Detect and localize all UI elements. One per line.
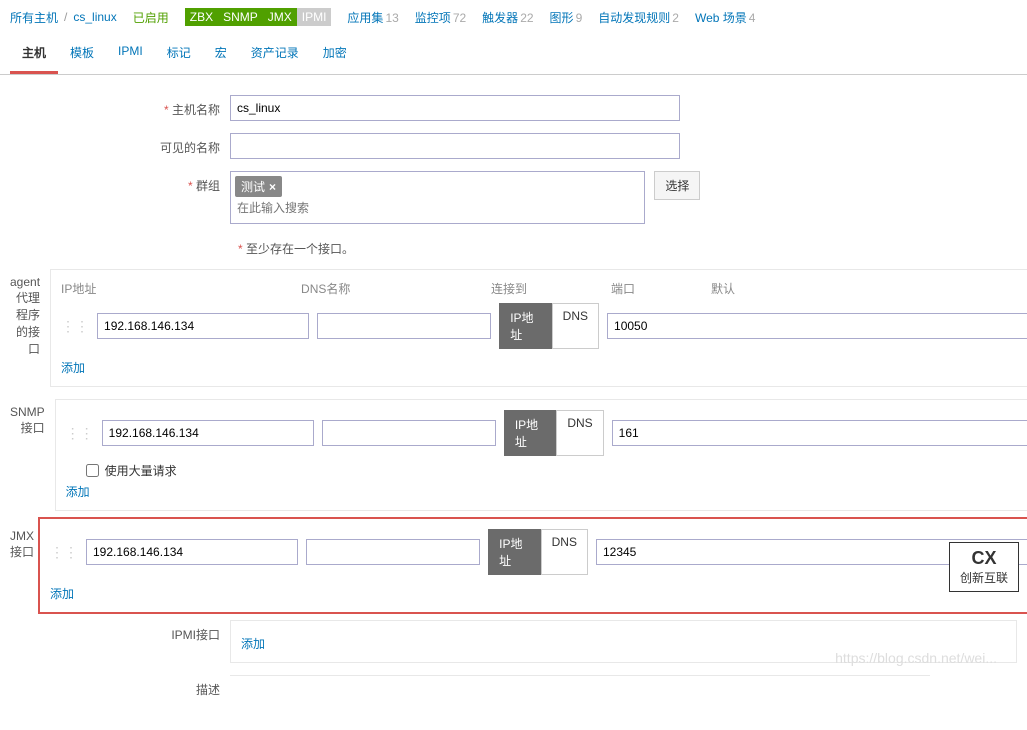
drag-handle-icon[interactable]: ⋮⋮ xyxy=(50,544,78,561)
interface-required-note: 至少存在一个接口。 xyxy=(230,236,1017,257)
snmp-connect-ip[interactable]: IP地址 xyxy=(504,410,556,456)
snmp-bulk-label: 使用大量请求 xyxy=(105,462,177,479)
snmp-connect-segment: IP地址 DNS xyxy=(504,410,604,456)
hdr-dns: DNS名称 xyxy=(301,280,491,297)
jmx-ip-input[interactable] xyxy=(86,539,298,565)
jmx-connect-dns[interactable]: DNS xyxy=(541,529,588,575)
snmp-dns-input[interactable] xyxy=(322,420,496,446)
proto-zbx: ZBX xyxy=(185,8,218,26)
agent-connect-segment: IP地址 DNS xyxy=(499,303,599,349)
label-agent-if: agent代理程序的接口 xyxy=(10,269,50,357)
tab-encryption[interactable]: 加密 xyxy=(311,34,359,74)
label-groups: 群组 xyxy=(10,171,230,194)
snmp-port-input[interactable] xyxy=(612,420,1027,446)
link-graphs[interactable]: 图形9 xyxy=(550,9,583,26)
label-ipmi-if: IPMI接口 xyxy=(10,620,230,643)
separator: / xyxy=(64,10,67,24)
group-select-button[interactable]: 选择 xyxy=(654,171,700,200)
jmx-connect-segment: IP地址 DNS xyxy=(488,529,588,575)
group-multiselect[interactable]: 测试 × xyxy=(230,171,645,224)
link-apps[interactable]: 应用集13 xyxy=(347,9,398,26)
group-tag[interactable]: 测试 × xyxy=(235,176,282,197)
tab-tags[interactable]: 标记 xyxy=(155,34,203,74)
tab-ipmi[interactable]: IPMI xyxy=(106,34,155,74)
tab-macros[interactable]: 宏 xyxy=(203,34,239,74)
ipmi-add-link[interactable]: 添加 xyxy=(241,631,265,656)
label-hostname: 主机名称 xyxy=(10,95,230,118)
hdr-default: 默认 xyxy=(711,280,771,297)
group-search-input[interactable] xyxy=(235,197,640,219)
input-visible-name[interactable] xyxy=(230,133,680,159)
snmp-bulk-checkbox[interactable] xyxy=(86,464,99,477)
link-web[interactable]: Web 场景4 xyxy=(695,9,755,26)
label-visible-name: 可见的名称 xyxy=(10,133,230,156)
tabs: 主机 模板 IPMI 标记 宏 资产记录 加密 xyxy=(0,34,1027,75)
tab-templates[interactable]: 模板 xyxy=(58,34,106,74)
proto-jmx: JMX xyxy=(263,8,297,26)
proto-ipmi: IPMI xyxy=(297,8,332,26)
agent-connect-dns[interactable]: DNS xyxy=(552,303,599,349)
link-items[interactable]: 监控项72 xyxy=(415,9,466,26)
host-form: 主机名称 可见的名称 群组 测试 × 选择 至少存在一个接口。 agent代理程… xyxy=(0,75,1027,730)
jmx-dns-input[interactable] xyxy=(306,539,480,565)
input-hostname[interactable] xyxy=(230,95,680,121)
proto-snmp: SNMP xyxy=(218,8,263,26)
drag-handle-icon[interactable]: ⋮⋮ xyxy=(66,425,94,442)
tab-inventory[interactable]: 资产记录 xyxy=(239,34,311,74)
group-tag-label: 测试 xyxy=(241,178,265,195)
drag-handle-icon[interactable]: ⋮⋮ xyxy=(61,318,89,335)
hdr-ip: IP地址 xyxy=(61,280,301,297)
snmp-ip-input[interactable] xyxy=(102,420,314,446)
snmp-interface-box: ⋮⋮ IP地址 DNS 移除 使用大量请求 添加 xyxy=(55,399,1027,511)
link-triggers[interactable]: 触发器22 xyxy=(482,9,533,26)
breadcrumb: 所有主机 / cs_linux 已启用 ZBX SNMP JMX IPMI 应用… xyxy=(0,0,1027,34)
hdr-connect: 连接到 xyxy=(491,280,611,297)
breadcrumb-all-hosts[interactable]: 所有主机 xyxy=(10,9,58,26)
group-tag-remove-icon[interactable]: × xyxy=(269,180,276,194)
agent-interface-box: IP地址 DNS名称 连接到 端口 默认 ⋮⋮ IP地址 DNS xyxy=(50,269,1027,387)
status-badge: 已启用 xyxy=(133,9,169,26)
agent-dns-input[interactable] xyxy=(317,313,491,339)
label-description: 描述 xyxy=(10,675,230,698)
jmx-highlight-box: ⋮⋮ IP地址 DNS 移除 添加 xyxy=(38,517,1027,614)
watermark-text: https://blog.csdn.net/wei... xyxy=(835,650,997,666)
agent-connect-ip[interactable]: IP地址 xyxy=(499,303,551,349)
label-snmp-if: SNMP接口 xyxy=(10,399,55,436)
link-discovery[interactable]: 自动发现规则2 xyxy=(598,9,679,26)
snmp-connect-dns[interactable]: DNS xyxy=(556,410,603,456)
agent-port-input[interactable] xyxy=(607,313,1027,339)
brand-logo: CX创新互联 xyxy=(949,542,1019,592)
snmp-add-link[interactable]: 添加 xyxy=(66,479,90,504)
tab-host[interactable]: 主机 xyxy=(10,34,58,74)
hdr-port: 端口 xyxy=(611,280,711,297)
proto-badges: ZBX SNMP JMX IPMI xyxy=(185,8,332,26)
jmx-connect-ip[interactable]: IP地址 xyxy=(488,529,540,575)
jmx-add-link[interactable]: 添加 xyxy=(50,581,74,606)
agent-add-link[interactable]: 添加 xyxy=(61,355,85,380)
agent-ip-input[interactable] xyxy=(97,313,309,339)
breadcrumb-host[interactable]: cs_linux xyxy=(73,10,116,24)
